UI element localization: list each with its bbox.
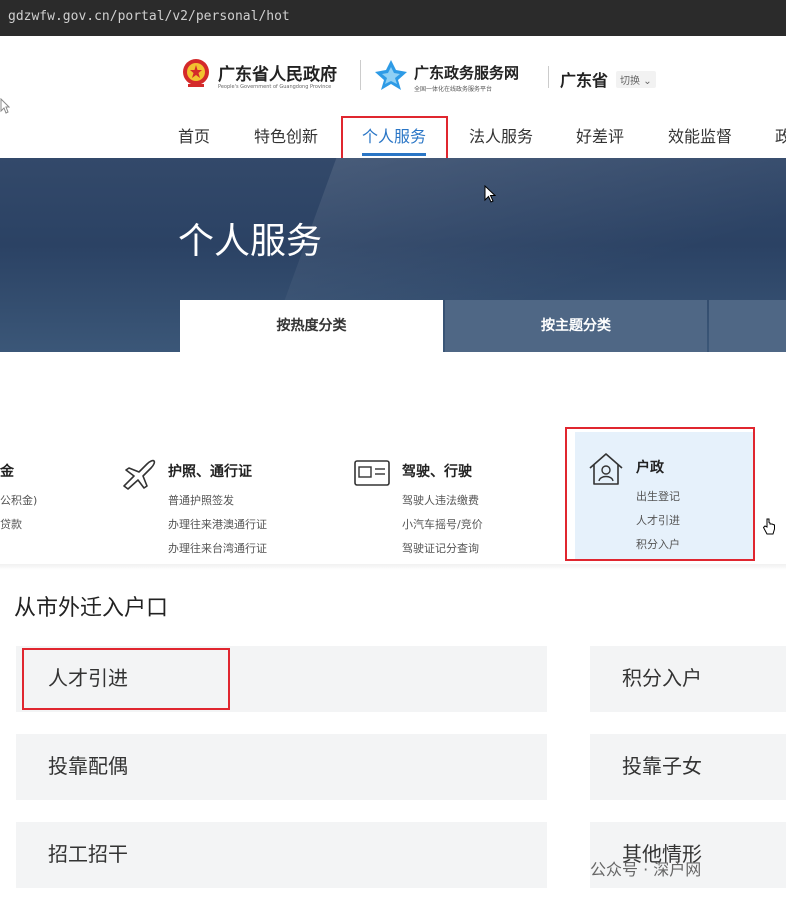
option-card-spouse[interactable]: 投靠配偶 <box>16 734 547 800</box>
divider <box>360 60 361 90</box>
option-card-children[interactable]: 投靠子女 <box>590 734 786 800</box>
section-title: 从市外迁入户口 <box>14 596 169 621</box>
nav-featured[interactable]: 特色创新 <box>254 123 318 147</box>
province-switch-button[interactable]: 切换 ⌄ <box>616 71 656 88</box>
highlight-box <box>565 427 755 561</box>
service-logo-icon <box>375 60 407 90</box>
watermark: 公众号 · 深户网 <box>590 860 702 879</box>
gov-name[interactable]: 广东省人民政府 <box>218 60 337 85</box>
tab-more[interactable] <box>709 300 786 352</box>
nav-rating[interactable]: 好差评 <box>576 123 624 147</box>
category-item[interactable]: 驾驶人违法缴费 <box>402 492 479 508</box>
mouse-cursor-icon <box>484 185 496 203</box>
option-card-points[interactable]: 积分入户 <box>590 646 786 712</box>
gov-name-en: People's Government of Guangdong Provinc… <box>218 84 332 90</box>
divider <box>0 564 786 570</box>
highlight-box <box>22 648 230 710</box>
category-item[interactable]: 办理往来港澳通行证 <box>168 516 267 532</box>
category-item[interactable]: 驾驶证记分查询 <box>402 540 479 556</box>
driving-license-icon <box>354 460 390 486</box>
national-emblem-icon <box>183 59 209 87</box>
category-item[interactable]: 小汽车摇号/竞价 <box>402 516 483 532</box>
airplane-icon <box>123 459 156 490</box>
category-title[interactable]: 护照、通行证 <box>168 461 252 481</box>
page-title: 个人服务 <box>178 221 323 262</box>
mouse-cursor-icon <box>0 98 10 114</box>
category-title[interactable]: 金 <box>0 461 14 481</box>
category-item[interactable]: 办理往来台湾通行证 <box>168 540 267 556</box>
nav-home[interactable]: 首页 <box>178 123 210 147</box>
hand-cursor-icon <box>762 518 775 535</box>
category-item[interactable]: 贷款 <box>0 516 22 532</box>
category-item[interactable]: 公积金) <box>0 492 37 508</box>
divider <box>548 66 549 88</box>
switch-label: 切换 <box>620 76 640 87</box>
category-title[interactable]: 驾驶、行驶 <box>402 461 472 481</box>
service-subtitle: 全国一体化在线政务服务平台 <box>414 86 493 93</box>
chevron-down-icon: ⌄ <box>643 76 652 87</box>
tab-by-popularity[interactable]: 按热度分类 <box>180 300 443 352</box>
url-text: gdzwfw.gov.cn/portal/v2/personal/hot <box>8 9 290 24</box>
option-card-employment[interactable]: 招工招干 <box>16 822 547 888</box>
tab-by-theme[interactable]: 按主题分类 <box>445 300 707 352</box>
province-label: 广东省 <box>560 71 609 90</box>
service-name[interactable]: 广东政务服务网 <box>414 62 519 83</box>
browser-url-bar[interactable]: gdzwfw.gov.cn/portal/v2/personal/hot <box>0 0 786 36</box>
nav-supervision[interactable]: 效能监督 <box>668 123 732 147</box>
nav-more[interactable]: 政 <box>775 123 786 147</box>
category-item[interactable]: 普通护照签发 <box>168 492 234 508</box>
nav-corporate-services[interactable]: 法人服务 <box>469 123 533 147</box>
